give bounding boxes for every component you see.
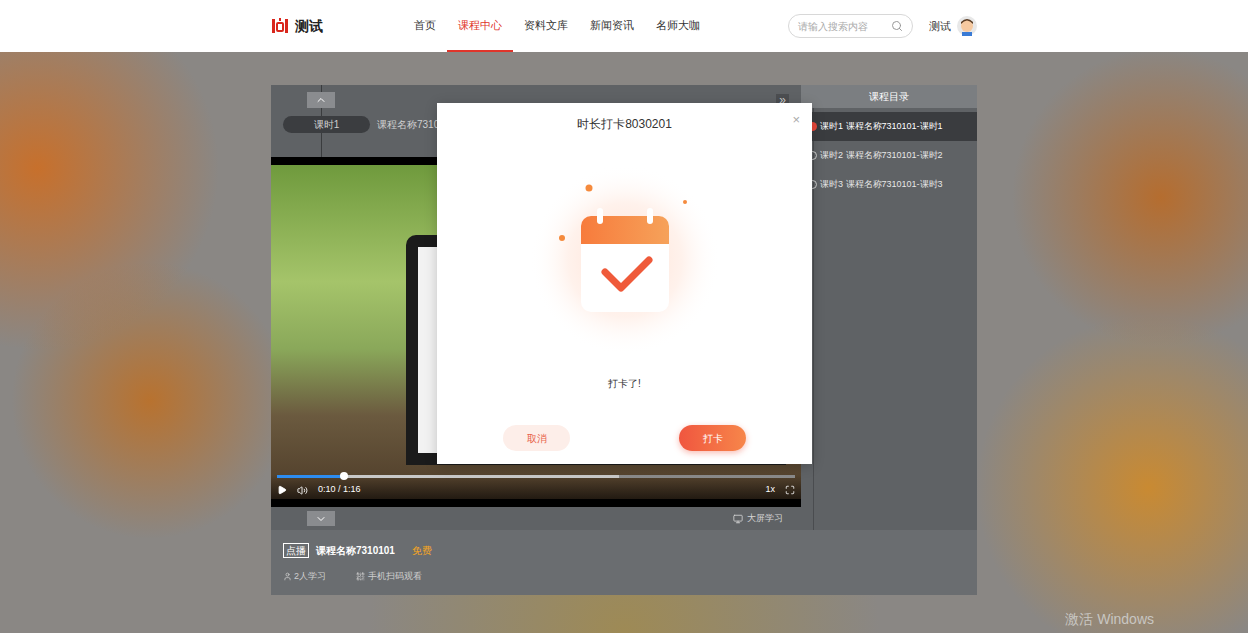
- course-type-tag: 点播: [283, 543, 309, 558]
- video-time: 0:10 / 1:16: [318, 483, 361, 497]
- nav-item[interactable]: 资料文库: [513, 0, 579, 52]
- collapse-down-button[interactable]: [307, 511, 335, 526]
- main-nav: 首页课程中心资料文库新闻资讯名师大咖: [403, 0, 711, 52]
- logo-icon: [271, 17, 289, 35]
- chevron-up-icon: [315, 94, 327, 106]
- course-price: 免费: [412, 543, 432, 558]
- user-icon: [283, 572, 292, 581]
- catalog-item[interactable]: 课时1 课程名称7310101-课时1: [802, 112, 977, 141]
- progress-bar[interactable]: [277, 475, 795, 478]
- page: 测试首页课程中心资料文库新闻资讯名师大咖请输入搜索内容测试»课时1课程名称731…: [0, 0, 1248, 633]
- logo[interactable]: 测试: [271, 16, 323, 37]
- qrcode-icon: [356, 572, 365, 581]
- checkin-calendar-icon: [525, 160, 725, 360]
- nav-item[interactable]: 名师大咖: [645, 0, 711, 52]
- nav-item[interactable]: 课程中心: [447, 0, 513, 52]
- mobile-watch[interactable]: 手机扫码观看: [356, 570, 422, 584]
- volume-icon[interactable]: [297, 485, 308, 496]
- learner-count: 2人学习: [283, 570, 326, 584]
- nav-item[interactable]: 首页: [403, 0, 447, 52]
- checkin-dialog: 时长打卡8030201 × 打卡了! 取消 打卡: [437, 103, 812, 464]
- lesson-tag[interactable]: 课时1: [283, 116, 370, 133]
- catalog-item[interactable]: 课时3 课程名称7310101-课时3: [802, 170, 977, 199]
- top-nav: 测试首页课程中心资料文库新闻资讯名师大咖请输入搜索内容测试: [0, 0, 1248, 52]
- course-name: 课程名称7310101: [316, 543, 395, 558]
- dialog-message: 打卡了!: [608, 376, 641, 391]
- chevron-down-icon: [315, 513, 327, 525]
- search-box[interactable]: 请输入搜索内容: [788, 14, 913, 38]
- windows-watermark: 激活 Windows: [1065, 609, 1154, 630]
- video-controls: 0:10 / 1:16 1x: [271, 475, 801, 499]
- player-panel: »课时1课程名称7310100:10 / 1:161x大屏学习课程目录课时1 课…: [271, 85, 977, 595]
- dialog-title: 时长打卡8030201: [577, 115, 672, 133]
- search-icon[interactable]: [891, 20, 903, 32]
- content: »课时1课程名称7310100:10 / 1:161x大屏学习课程目录课时1 课…: [0, 52, 1248, 633]
- checkin-button[interactable]: 打卡: [679, 425, 746, 451]
- avatar-icon[interactable]: [957, 16, 977, 36]
- cancel-button[interactable]: 取消: [503, 425, 570, 451]
- big-screen-button[interactable]: 大屏学习: [733, 512, 783, 526]
- fullscreen-icon[interactable]: [785, 485, 795, 495]
- catalog-item[interactable]: 课时2 课程名称7310101-课时2: [802, 141, 977, 170]
- collapse-up-button[interactable]: [307, 92, 335, 108]
- catalog-header: 课程目录: [801, 85, 977, 108]
- user-name[interactable]: 测试: [929, 18, 951, 35]
- course-info: 点播课程名称7310101 免费 2人学习 手机扫码观看: [271, 530, 977, 595]
- nav-item[interactable]: 新闻资讯: [579, 0, 645, 52]
- player-bottom: 大屏学习: [271, 507, 801, 530]
- speed-button[interactable]: 1x: [765, 483, 775, 497]
- play-icon[interactable]: [277, 485, 287, 495]
- catalog: 课程目录课时1 课程名称7310101-课时1课时2 课程名称7310101-课…: [801, 85, 977, 530]
- dialog-close[interactable]: ×: [792, 113, 800, 126]
- monitor-icon: [733, 514, 743, 524]
